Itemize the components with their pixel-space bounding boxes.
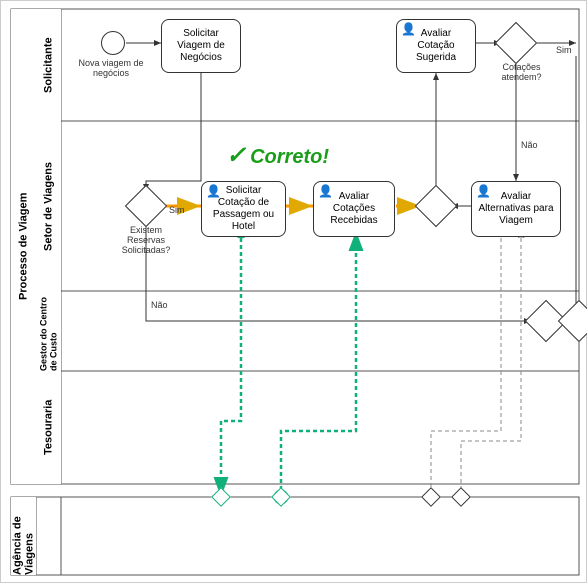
user-icon: 👤 [476, 184, 491, 198]
start-event-nova-viagem[interactable] [101, 31, 125, 55]
connectors-layer [1, 1, 587, 584]
label-nao-g1: Não [521, 141, 538, 151]
callout-text: Correto! [250, 146, 329, 168]
label-nao-g2: Não [151, 301, 168, 311]
user-icon: 👤 [318, 184, 333, 198]
task-solicitar-viagem[interactable]: Solicitar Viagem de Negócios [161, 19, 241, 73]
task-solicitar-cotacao[interactable]: 👤 Solicitar Cotação de Passagem ou Hotel [201, 181, 286, 237]
task-avaliar-cotacao-sugerida[interactable]: 👤 Avaliar Cotação Sugerida [396, 19, 476, 73]
lane-gestor-centro-custo: Gestor do Centro de Custo [36, 291, 61, 371]
start-event-label: Nova viagem de negócios [71, 59, 151, 79]
pool-agencia-viagens: Agência de Viagens [11, 497, 36, 575]
pool-processo-viagem: Processo de Viagem [11, 9, 36, 484]
user-icon: 👤 [206, 184, 221, 198]
task-label: Solicitar Viagem de Negócios [166, 28, 236, 64]
task-avaliar-alternativas[interactable]: 👤 Avaliar Alternativas para Viagem [471, 181, 561, 237]
gateway-existem-reservas-label: Existem Reservas Solicitadas? [116, 226, 176, 256]
user-icon: 👤 [401, 22, 416, 36]
task-avaliar-cotacoes-recebidas[interactable]: 👤 Avaliar Cotações Recebidas [313, 181, 395, 237]
label-sim-g1: Sim [556, 46, 572, 56]
gateway-cotacoes-atendem-label: Cotações atendem? [494, 63, 549, 83]
lane-setor-viagens: Setor de Viagens [36, 121, 61, 291]
lane-tesouraria: Tesouraria [36, 371, 61, 484]
lane-solicitante: Solicitante [36, 9, 61, 121]
callout-correto: ✓Correto! [226, 141, 329, 170]
check-icon: ✓ [226, 142, 246, 169]
diagram-canvas: Processo de Viagem Solicitante Setor de … [0, 0, 587, 583]
label-sim-g2: Sim [169, 206, 185, 216]
